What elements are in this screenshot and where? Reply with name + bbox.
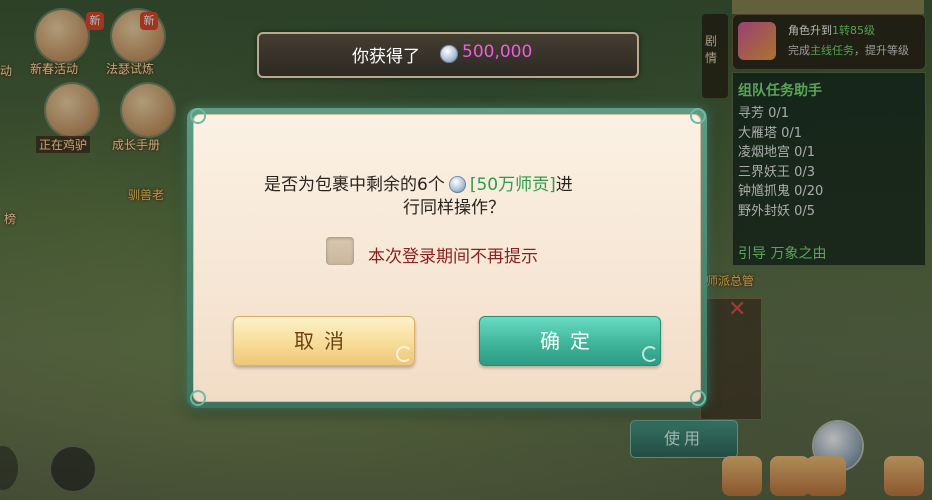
item-name: [50万师贡] bbox=[469, 175, 556, 195]
cancel-label: 取消 bbox=[294, 329, 354, 353]
dialog-message-line1: 是否为包裹中剩余的6个 [50万师贡]进 bbox=[264, 175, 573, 195]
reward-amount: 500,000 bbox=[462, 42, 533, 62]
dont-remind-label[interactable]: 本次登录期间不再提示 bbox=[368, 242, 538, 267]
reward-banner-prefix: 你获得了 bbox=[352, 47, 420, 67]
confirm-label: 确定 bbox=[540, 329, 600, 353]
corner-ornament-icon bbox=[190, 108, 206, 124]
swirl-ornament-icon bbox=[396, 346, 412, 362]
confirm-button[interactable]: 确定 bbox=[479, 316, 661, 366]
silver-coin-icon bbox=[448, 176, 466, 193]
corner-ornament-icon bbox=[690, 108, 706, 124]
corner-ornament-icon bbox=[190, 390, 206, 406]
corner-ornament-icon bbox=[690, 390, 706, 406]
swirl-ornament-icon bbox=[642, 346, 658, 362]
dont-remind-checkbox[interactable] bbox=[326, 237, 354, 265]
dialog-message-line2: 行同样操作？ bbox=[403, 198, 505, 218]
silver-coin-icon bbox=[440, 45, 458, 63]
cancel-button[interactable]: 取消 bbox=[233, 316, 415, 366]
